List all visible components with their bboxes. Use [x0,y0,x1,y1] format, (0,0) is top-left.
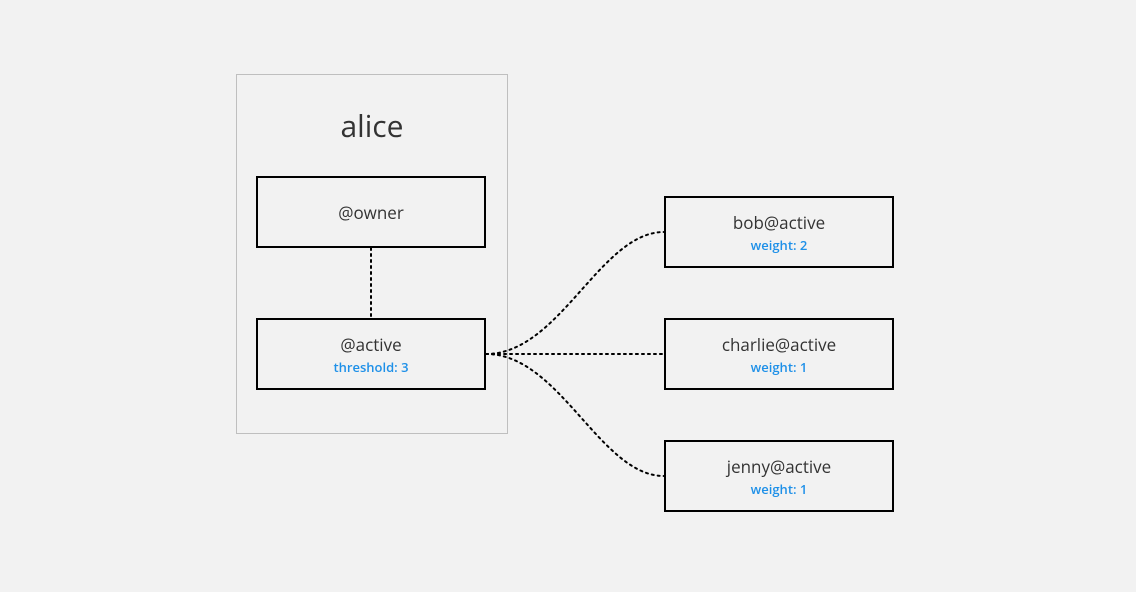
permission-active-threshold: threshold: 3 [333,358,408,376]
delegate-bob-box: bob@active weight: 2 [664,196,894,268]
connector-lines [0,0,1136,592]
delegate-charlie-weight: weight: 1 [751,358,808,376]
delegate-charlie-box: charlie@active weight: 1 [664,318,894,390]
delegate-jenny-box: jenny@active weight: 1 [664,440,894,512]
delegate-jenny-weight: weight: 1 [751,480,808,498]
permission-active-box: @active threshold: 3 [256,318,486,390]
delegate-bob-label: bob@active [733,211,825,234]
permission-active-label: @active [340,333,401,356]
permission-owner-box: @owner [256,176,486,248]
account-name: alice [237,105,507,146]
permission-owner-label: @owner [338,201,404,224]
delegate-bob-weight: weight: 2 [751,236,808,254]
delegate-charlie-label: charlie@active [722,333,836,356]
delegate-jenny-label: jenny@active [727,455,831,478]
